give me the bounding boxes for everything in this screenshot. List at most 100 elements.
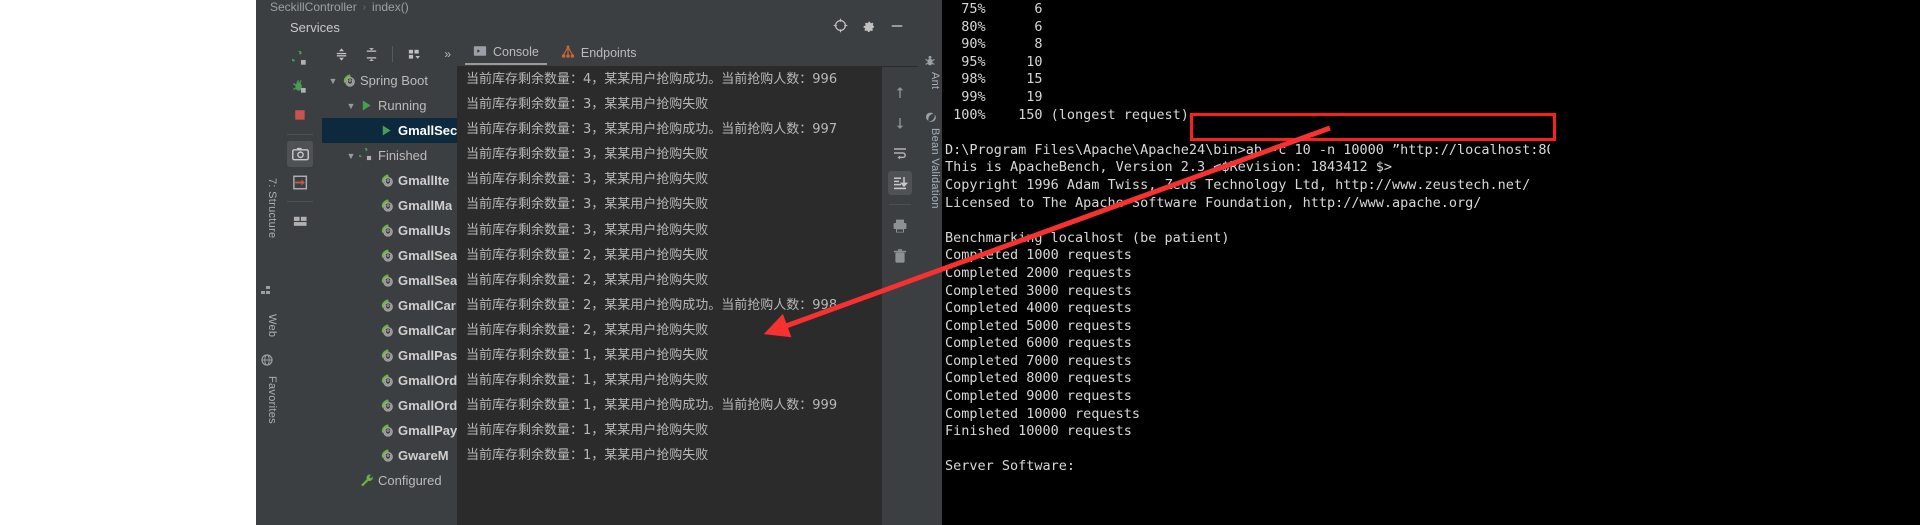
tree-row[interactable]: ▶Configured: [322, 468, 457, 493]
group-icon[interactable]: [401, 41, 427, 67]
tree-row[interactable]: ▼ Running: [322, 93, 457, 118]
chevron-down-icon[interactable]: ▼: [344, 101, 358, 111]
console-line: 当前库存剩余数量：1，某某用户抢购失败: [466, 373, 709, 389]
tree-row[interactable]: ▶GmallSea: [322, 268, 457, 293]
tree-row-label: GmallCar: [398, 323, 456, 338]
gear-icon[interactable]: [862, 19, 876, 36]
terminal-line: Benchmarking localhost (be patient): [945, 229, 1230, 246]
terminal-line: Licensed to The Apache Software Foundati…: [945, 194, 1482, 211]
tree-row-label: Configured: [378, 473, 442, 488]
chevron-down-icon[interactable]: ▼: [344, 151, 358, 161]
run-green-icon: [358, 98, 374, 114]
console-side-toolbar: [882, 67, 918, 525]
console-output[interactable]: 当前库存剩余数量：4，某某用户抢购成功。当前抢购人数：996 当前库存剩余数量：3…: [457, 67, 882, 525]
terminal-line: Completed 8000 requests: [945, 370, 1132, 387]
terminal-line: D:\Program Files\Apache\Apache24\bin>ab …: [945, 141, 1550, 158]
tree-row[interactable]: ▶GmallSec: [322, 118, 457, 143]
services-tree-toolbar: »: [322, 40, 457, 68]
scroll-up-icon[interactable]: [888, 81, 912, 105]
spring-leaf-icon: [378, 348, 394, 364]
tree-row[interactable]: ▼ Spring Boot: [322, 68, 457, 93]
tab-console-label: Console: [493, 45, 539, 59]
sidebar-item-bean-validation[interactable]: Bean Validation: [919, 128, 941, 209]
services-panel-title: Services: [290, 19, 340, 35]
tree-row[interactable]: ▶GmallIte: [322, 168, 457, 193]
breadcrumb-item-method[interactable]: index(): [372, 0, 409, 14]
tree-row[interactable]: ▶GmallCar: [322, 318, 457, 343]
sidebar-item-structure[interactable]: 7: Structure: [256, 178, 278, 238]
services-tree[interactable]: ▼ Spring Boot ▼ Running ▶GmallSec ▼ Finished ▶G…: [322, 68, 457, 525]
console-tab-bar: Console Endpoints: [457, 40, 918, 67]
tree-row[interactable]: ▶GmallPay: [322, 418, 457, 443]
trash-icon[interactable]: [888, 244, 912, 268]
tab-endpoints[interactable]: Endpoints: [553, 43, 645, 64]
terminal-line: This is ApacheBench, Version 2.3 <$Revis…: [945, 159, 1393, 176]
terminal-line: Completed 10000 requests: [945, 405, 1141, 422]
left-tool-window-strip: 7: Structure Web Favorites: [256, 14, 279, 525]
spring-leaf-icon: [378, 223, 394, 239]
terminal-output[interactable]: 75% 6 80% 6 90% 8 95% 10 98% 15 99% 19 1…: [942, 0, 1550, 525]
overflow-chevron-icon[interactable]: »: [444, 47, 451, 61]
debug-icon[interactable]: [287, 74, 313, 100]
tree-row[interactable]: ▶GmallOrd: [322, 393, 457, 418]
minimize-icon[interactable]: [890, 19, 904, 36]
endpoints-icon: [561, 45, 575, 62]
scroll-to-end-icon[interactable]: [888, 171, 912, 195]
structure-grid-icon: [261, 286, 273, 298]
console-line: 当前库存剩余数量：1，某某用户抢购失败: [466, 448, 709, 464]
tree-row[interactable]: ▶GmallSea: [322, 243, 457, 268]
tree-row[interactable]: ▶GmallCar: [322, 293, 457, 318]
export-icon[interactable]: [287, 169, 313, 195]
breadcrumb-separator-icon: ›: [362, 1, 367, 13]
tree-row-label: GmallPas: [398, 348, 457, 363]
soft-wrap-icon[interactable]: [888, 141, 912, 165]
breadcrumb-item-class[interactable]: SeckillController: [270, 0, 357, 14]
tree-row-label: GmallOrd: [398, 398, 457, 413]
camera-icon[interactable]: [287, 141, 313, 167]
sidebar-item-favorites[interactable]: Favorites: [256, 376, 278, 424]
spring-leaf-icon: [378, 423, 394, 439]
terminal-right-fill: [1550, 0, 1920, 525]
run-green-icon: [378, 123, 394, 139]
terminal-line: 80% 6: [945, 18, 1043, 35]
terminal-line: Completed 1000 requests: [945, 247, 1132, 264]
terminal-line: Completed 6000 requests: [945, 335, 1132, 352]
intellij-ide-window: SeckillController › index() 7: Structure…: [256, 0, 918, 525]
spring-leaf-icon: [378, 198, 394, 214]
tree-row[interactable]: ▶GmallMa: [322, 193, 457, 218]
terminal-line: 99% 19: [945, 88, 1043, 105]
console-line: 当前库存剩余数量：3，某某用户抢购失败: [466, 222, 709, 238]
terminal-line: 90% 8: [945, 36, 1043, 53]
sidebar-item-ant[interactable]: Ant: [919, 72, 941, 89]
spring-leaf-icon: [378, 273, 394, 289]
tree-row[interactable]: ▼ Finished: [322, 143, 457, 168]
stop-icon[interactable]: [287, 102, 313, 128]
target-icon[interactable]: [833, 18, 848, 36]
tree-toolbar-divider: [392, 46, 393, 62]
layout-icon[interactable]: [287, 208, 313, 234]
tab-console[interactable]: Console: [465, 42, 547, 65]
console-line: 当前库存剩余数量：1，某某用户抢购失败: [466, 423, 709, 439]
spring-leaf-icon: [378, 373, 394, 389]
print-icon[interactable]: [888, 214, 912, 238]
terminal-line: Finished 10000 requests: [945, 423, 1132, 440]
terminal-line: Completed 3000 requests: [945, 282, 1132, 299]
sidebar-item-web[interactable]: Web: [256, 314, 278, 337]
tree-row[interactable]: ▶GmallOrd: [322, 368, 457, 393]
console-line: 当前库存剩余数量：3，某某用户抢购失败: [466, 147, 709, 163]
console-line: 当前库存剩余数量：2，某某用户抢购失败: [466, 322, 709, 338]
services-run-toolbar: [278, 40, 323, 525]
console-line: 当前库存剩余数量：3，某某用户抢购失败: [466, 97, 709, 113]
chevron-down-icon[interactable]: ▼: [326, 76, 340, 86]
tree-row[interactable]: ▶GmallUs: [322, 218, 457, 243]
tree-row[interactable]: ▶GmallPas: [322, 343, 457, 368]
console-line: 当前库存剩余数量：3，某某用户抢购失败: [466, 172, 709, 188]
expand-all-icon[interactable]: [328, 41, 354, 67]
tree-row[interactable]: ▶GwareM: [322, 443, 457, 468]
terminal-line: Completed 9000 requests: [945, 388, 1132, 405]
scroll-down-icon[interactable]: [888, 111, 912, 135]
rerun-icon[interactable]: [287, 46, 313, 72]
spring-boot-icon: [340, 73, 356, 89]
collapse-all-icon[interactable]: [358, 41, 384, 67]
terminal-line: 95% 10: [945, 53, 1043, 70]
